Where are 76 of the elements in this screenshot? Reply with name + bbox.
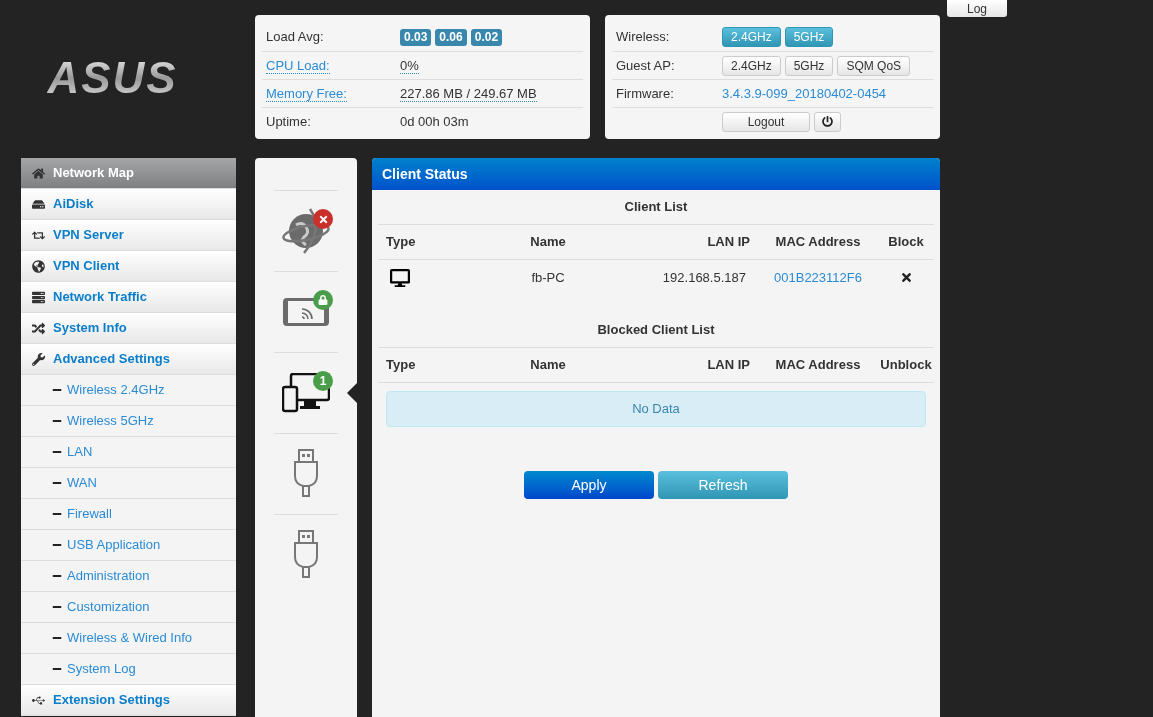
- apply-button[interactable]: Apply: [524, 471, 654, 499]
- submenu-item[interactable]: Firewall: [21, 499, 236, 530]
- block-icon[interactable]: [899, 271, 913, 284]
- menu-item[interactable]: Network Traffic: [21, 282, 236, 313]
- selection-pointer: [347, 382, 357, 403]
- log-button[interactable]: Log: [947, 0, 1007, 17]
- empty-message: No Data: [386, 391, 926, 427]
- column-header: MAC Address: [774, 233, 862, 252]
- refresh-button[interactable]: Refresh: [658, 471, 788, 499]
- status-label: Wireless:: [616, 29, 670, 45]
- load-badge: 0.06: [435, 28, 467, 46]
- column-header: Type: [385, 233, 417, 252]
- status-value: 0d 00h 03m: [400, 113, 469, 129]
- status-label: Load Avg:: [266, 29, 324, 45]
- panel-title: Client Status: [382, 164, 468, 184]
- toggle-button[interactable]: 2.4GHz: [722, 27, 781, 47]
- mac-link[interactable]: 001B223112F6: [758, 267, 878, 288]
- menu-icon: [32, 259, 45, 273]
- menu-item[interactable]: VPN Server: [21, 220, 236, 251]
- menu-icon: [32, 321, 45, 335]
- status-label: Firmware:: [616, 85, 674, 101]
- menu-item[interactable]: VPN Client: [21, 251, 236, 282]
- submenu-item[interactable]: USB Application: [21, 530, 236, 561]
- submenu-item[interactable]: Wireless 5GHz: [21, 406, 236, 437]
- toggle-button[interactable]: 5GHz: [784, 55, 834, 76]
- submenu-item[interactable]: Wireless & Wired Info: [21, 623, 236, 654]
- table-cell-text: 192.168.5.187: [661, 268, 747, 287]
- submenu-item[interactable]: LAN: [21, 437, 236, 468]
- menu-icon: [32, 166, 45, 180]
- power-button[interactable]: [814, 111, 841, 132]
- status-label: Uptime:: [266, 113, 311, 129]
- submenu-item[interactable]: Administration: [21, 561, 236, 592]
- status-link[interactable]: Memory Free:: [266, 85, 347, 102]
- column-header: LAN IP: [706, 356, 751, 375]
- table-title: Blocked Client List: [597, 321, 715, 340]
- device-tile[interactable]: 1: [255, 352, 357, 433]
- menu-item[interactable]: Advanced Settings: [21, 344, 236, 375]
- menu-icon: [32, 197, 45, 211]
- column-header: Name: [529, 356, 567, 375]
- lock-badge: [313, 290, 333, 310]
- menu-item[interactable]: Network Map: [21, 158, 236, 189]
- firmware-version: 3.4.3.9-099_20180402-0454: [722, 84, 887, 103]
- menu-item[interactable]: System Info: [21, 313, 236, 344]
- table-title: Client List: [624, 198, 688, 217]
- menu-item[interactable]: AiDisk: [21, 189, 236, 220]
- column-header: Type: [385, 356, 417, 375]
- menu-icon: [32, 352, 45, 366]
- power-icon: [822, 116, 833, 127]
- column-header: Block: [887, 233, 925, 252]
- status-label: Guest AP:: [616, 57, 675, 73]
- count-badge: 1: [313, 371, 333, 391]
- column-header: MAC Address: [774, 356, 862, 375]
- load-badge: 0.03: [400, 28, 432, 46]
- status-value: 227.86 MB / 249.67 MB: [400, 85, 537, 102]
- submenu-item[interactable]: WAN: [21, 468, 236, 499]
- status-link[interactable]: CPU Load:: [266, 57, 330, 74]
- computer-icon: [390, 267, 410, 288]
- column-header: Unblock: [879, 356, 933, 375]
- toggle-button[interactable]: 2.4GHz: [722, 55, 781, 76]
- table-cell-text: fb-PC: [530, 268, 566, 287]
- submenu-item[interactable]: Customization: [21, 592, 236, 623]
- devices-icon: [282, 373, 330, 413]
- load-badge: 0.02: [470, 28, 503, 46]
- toggle-button[interactable]: SQM QoS: [837, 55, 911, 76]
- submenu-item[interactable]: Wireless 2.4GHz: [21, 375, 236, 406]
- status-value: 0%: [400, 57, 419, 74]
- column-header: Name: [529, 233, 567, 252]
- menu-icon: [32, 290, 45, 304]
- menu-item[interactable]: Extension Settings: [21, 685, 236, 716]
- usb-plug-icon: [292, 530, 320, 580]
- error-badge: [313, 209, 333, 229]
- usb-plug-icon: [292, 449, 320, 499]
- column-header: LAN IP: [706, 233, 751, 252]
- submenu-item[interactable]: System Log: [21, 654, 236, 685]
- toggle-button[interactable]: 5GHz: [784, 27, 834, 47]
- logout-button[interactable]: Logout: [722, 111, 810, 132]
